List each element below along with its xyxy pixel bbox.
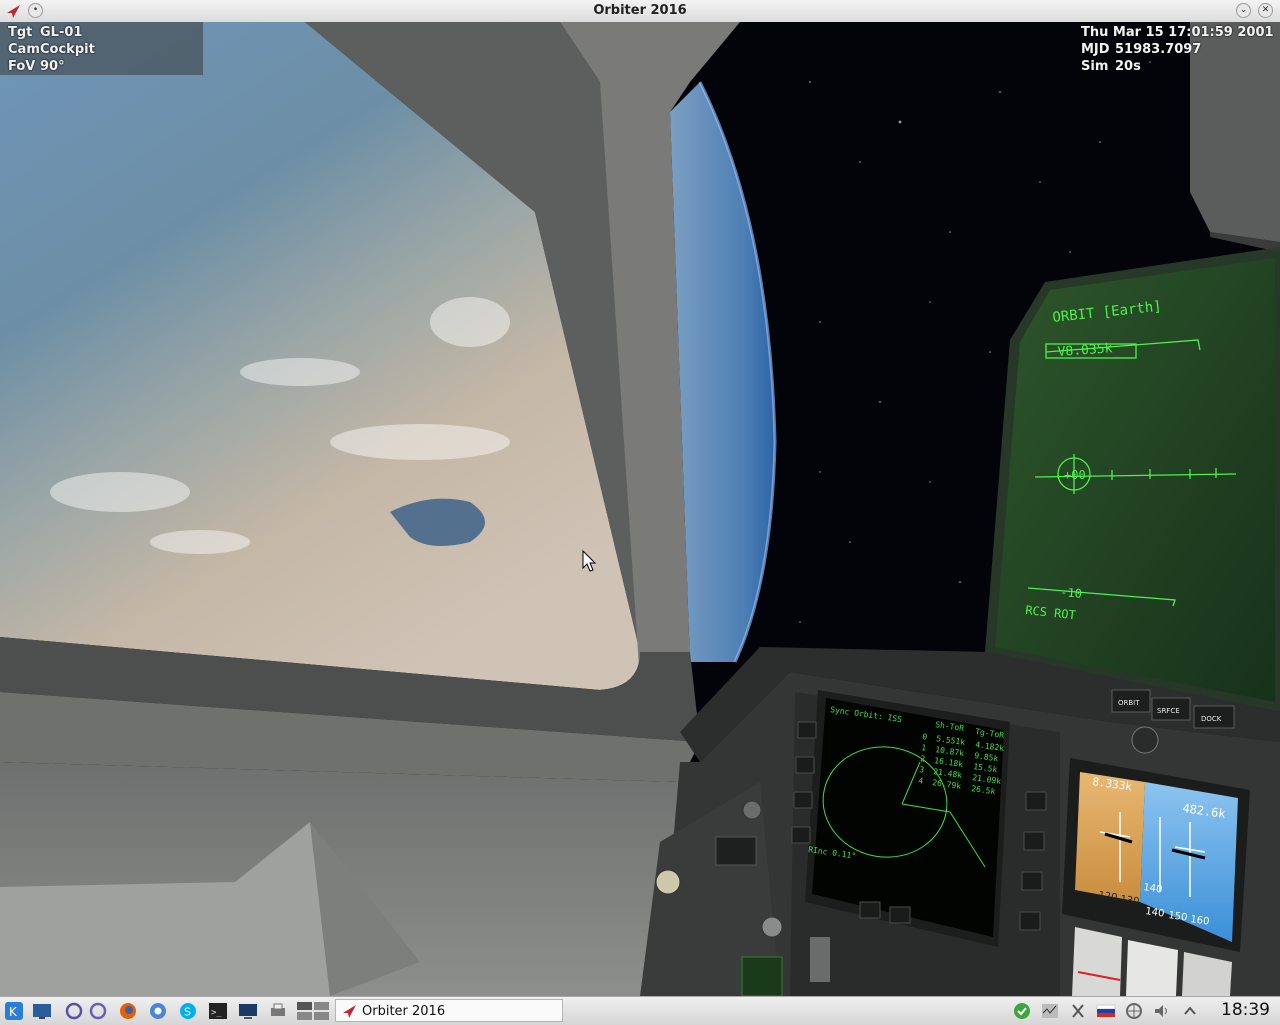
mode-knob[interactable] <box>1131 726 1159 754</box>
svg-text:>_: >_ <box>211 1008 222 1018</box>
left-green-panel <box>741 956 783 996</box>
window-title: Orbiter 2016 <box>593 3 687 18</box>
hud-sim-label: Sim <box>1081 59 1109 74</box>
dock-mode-label: DOCK <box>1201 715 1222 723</box>
mfd-left-button-2[interactable] <box>795 756 815 774</box>
mfd-right-button-1[interactable] <box>1025 791 1047 811</box>
printer-icon[interactable] <box>268 1001 288 1021</box>
chromium-icon[interactable] <box>148 1001 168 1021</box>
refresh-icon[interactable] <box>64 1001 84 1021</box>
mfd-bottom-button-1[interactable] <box>859 901 881 919</box>
window-titlebar[interactable]: • Orbiter 2016 ⌄ ✕ <box>0 0 1280 23</box>
firefox-icon[interactable] <box>118 1001 138 1021</box>
mfd-right-button-2[interactable] <box>1023 831 1045 851</box>
mfd-right-button-3[interactable] <box>1021 871 1043 891</box>
orbit-mode-label: ORBIT <box>1118 699 1140 707</box>
hud-cam-label: Cam <box>8 42 40 57</box>
hud-cam-value: Cockpit <box>40 42 95 57</box>
simulation-viewport[interactable]: ORBIT [Earth] V8.035k +00 -10 RCS ROT Sy… <box>0 22 1280 996</box>
svg-text:K: K <box>9 1005 18 1019</box>
monitor-icon[interactable] <box>238 1001 258 1021</box>
mfd-left-button-1[interactable] <box>797 721 817 739</box>
hud-date: Thu Mar 15 17:01:59 2001 <box>1081 25 1274 40</box>
update-check-icon[interactable] <box>1012 1001 1032 1021</box>
network-icon[interactable] <box>1124 1001 1144 1021</box>
left-knob-1[interactable] <box>742 800 762 820</box>
surface-mode-label: SRFCE <box>1157 707 1180 715</box>
mfd-right-button-4[interactable] <box>1019 911 1041 931</box>
volume-icon[interactable] <box>1152 1001 1172 1021</box>
kde-menu-icon[interactable]: K <box>4 1001 24 1021</box>
left-knob-3[interactable] <box>761 916 783 938</box>
keyboard-layout-flag-icon[interactable] <box>1096 1001 1116 1021</box>
svg-text:S: S <box>184 1006 191 1019</box>
hud-fov-label: FoV <box>8 59 36 74</box>
tray-expand-icon[interactable] <box>1180 1001 1200 1021</box>
terminal-icon[interactable]: >_ <box>208 1001 228 1021</box>
taskbar: K S >_ Orbiter 2016 18:39 <box>0 996 1280 1025</box>
cockpit-scene: ORBIT [Earth] V8.035k +00 -10 RCS ROT Sy… <box>0 22 1280 996</box>
mfd-left-button-3[interactable] <box>793 791 813 809</box>
close-button[interactable]: ✕ <box>1258 3 1273 18</box>
desktop-icon[interactable] <box>32 1001 52 1021</box>
hud-pitch-readout: -10 <box>1060 585 1083 601</box>
skype-icon[interactable]: S <box>178 1001 198 1021</box>
left-lever[interactable] <box>810 937 830 982</box>
taskbar-clock[interactable]: 18:39 <box>1221 1000 1270 1020</box>
hud-fov-value: 90° <box>40 59 65 74</box>
mfd-bottom-button-2[interactable] <box>889 906 911 924</box>
hud-sim-value: 20s <box>1115 59 1141 74</box>
mouse-cursor-icon <box>582 550 597 572</box>
altitude-tape <box>1072 927 1122 996</box>
clipboard-scissors-icon[interactable] <box>1068 1001 1088 1021</box>
refresh-alt-icon[interactable] <box>88 1001 108 1021</box>
hud-mjd-label: MJD <box>1081 42 1110 57</box>
hud-target-value: GL-01 <box>40 25 83 40</box>
orbiter-task-icon <box>343 1005 356 1018</box>
hud-center-readout: +00 <box>1064 468 1086 482</box>
left-knob-2[interactable] <box>655 869 681 895</box>
hud-target-label: Tgt <box>8 25 33 40</box>
mfd-left-button-4[interactable] <box>791 826 811 844</box>
system-monitor-icon[interactable] <box>1040 1001 1060 1021</box>
task-button-label: Orbiter 2016 <box>362 1004 446 1019</box>
left-switch-block[interactable] <box>715 836 757 866</box>
task-button-orbiter[interactable]: Orbiter 2016 <box>335 999 563 1022</box>
pager-icon[interactable] <box>296 1001 330 1021</box>
minimize-button[interactable]: ⌄ <box>1236 3 1251 18</box>
hud-mjd-value: 51983.7097 <box>1115 42 1202 57</box>
